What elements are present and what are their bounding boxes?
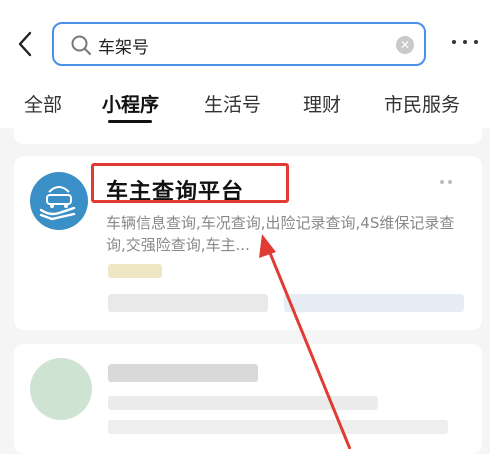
annotation-arrow bbox=[259, 234, 352, 449]
